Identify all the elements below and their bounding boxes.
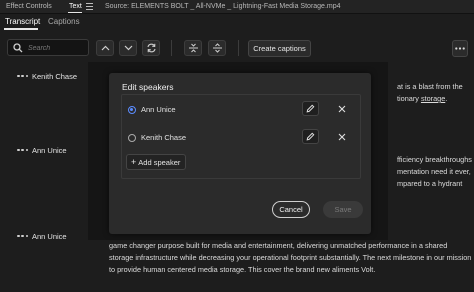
refresh-icon (146, 43, 156, 53)
remove-speaker-button[interactable] (336, 103, 347, 114)
toolbar-divider (238, 40, 239, 56)
tab-source[interactable]: Source: ELEMENTS BOLT _ All-NVMe _ Light… (105, 3, 341, 10)
toolbar-divider (171, 40, 172, 56)
close-icon (338, 133, 345, 140)
speaker-name: Ann Unice (32, 232, 67, 241)
search-box[interactable] (7, 39, 89, 56)
transcript-text: . (445, 94, 448, 103)
more-options-button[interactable] (452, 40, 468, 57)
transcript-text[interactable]: at is a blast from the (397, 82, 463, 91)
transcript-text[interactable]: fficiency breakthroughs (397, 155, 472, 164)
merge-segments-button[interactable] (184, 40, 202, 56)
transcript-text[interactable]: to provide human centered media storage.… (109, 265, 375, 274)
chevron-up-icon (101, 45, 109, 51)
speaker-label-row[interactable]: Ann Unice (17, 146, 67, 155)
radio-unselected[interactable] (128, 133, 136, 142)
plus-icon: + (131, 157, 137, 167)
search-icon (13, 43, 23, 53)
create-captions-button[interactable]: Create captions (248, 40, 311, 57)
add-speaker-label: Add speaker (138, 157, 181, 167)
remove-speaker-button[interactable] (336, 131, 347, 142)
transcript-word-highlighted[interactable]: storage (421, 94, 445, 103)
tab-transcript[interactable]: Transcript (5, 17, 40, 26)
save-button[interactable]: Save (323, 201, 363, 218)
edit-speaker-button[interactable] (302, 129, 319, 144)
panel-tab-bar: Effect Controls Text Source: ELEMENTS BO… (0, 0, 474, 14)
transcript-text[interactable]: game changer purpose built for media and… (109, 241, 447, 250)
transcript-text: tionary (397, 94, 421, 103)
tab-text[interactable]: Text (69, 3, 82, 10)
chevron-down-icon (124, 45, 132, 51)
transcript-text[interactable]: storage infrastructure while decreasing … (109, 253, 471, 262)
edit-speaker-button[interactable] (302, 101, 319, 116)
replace-button[interactable] (142, 40, 160, 56)
transcript-text[interactable]: mpared to a hydrant (397, 179, 462, 188)
speaker-name: Ann Unice (32, 146, 67, 155)
add-speaker-button[interactable]: + Add speaker (126, 154, 186, 170)
speaker-name: Kenith Chase (32, 72, 78, 81)
speaker-option[interactable]: Kenith Chase (128, 133, 186, 142)
panel-menu-icon[interactable] (86, 3, 93, 10)
pencil-icon (306, 104, 315, 113)
speaker-list: Ann Unice Kenith Chase + Add speaker (121, 94, 361, 179)
dialog-title: Edit speakers (122, 82, 174, 92)
next-result-button[interactable] (119, 40, 137, 56)
search-input[interactable] (28, 42, 86, 54)
split-icon (212, 43, 222, 53)
edit-speakers-dialog: Edit speakers Ann Unice Kenith Chase + A… (109, 73, 371, 234)
sub-tab-indicator (4, 28, 38, 30)
radio-selected[interactable] (128, 105, 136, 114)
transcript-text[interactable]: tionary storage. (397, 94, 447, 103)
speaker-label-row[interactable]: Ann Unice (17, 232, 67, 241)
speaker-menu-icon[interactable] (17, 234, 28, 239)
merge-icon (188, 43, 198, 53)
previous-result-button[interactable] (96, 40, 114, 56)
transcript-sub-tabs: Transcript Captions (0, 15, 474, 30)
speaker-option[interactable]: Ann Unice (128, 105, 176, 114)
transcript-text[interactable]: mentation need it ever, (397, 167, 471, 176)
cancel-button[interactable]: Cancel (272, 201, 310, 218)
close-icon (338, 105, 345, 112)
speaker-option-label: Ann Unice (141, 105, 176, 114)
transcript-toolbar: Create captions (0, 34, 474, 64)
speaker-menu-icon[interactable] (17, 74, 28, 79)
speaker-label-row[interactable]: Kenith Chase (17, 72, 77, 81)
split-segment-button[interactable] (208, 40, 226, 56)
active-tab-indicator (68, 12, 82, 13)
speaker-menu-icon[interactable] (17, 148, 28, 153)
more-horizontal-icon (455, 47, 465, 50)
tab-effect-controls[interactable]: Effect Controls (6, 3, 52, 10)
speaker-option-label: Kenith Chase (141, 133, 187, 142)
pencil-icon (306, 132, 315, 141)
tab-captions[interactable]: Captions (48, 17, 80, 26)
